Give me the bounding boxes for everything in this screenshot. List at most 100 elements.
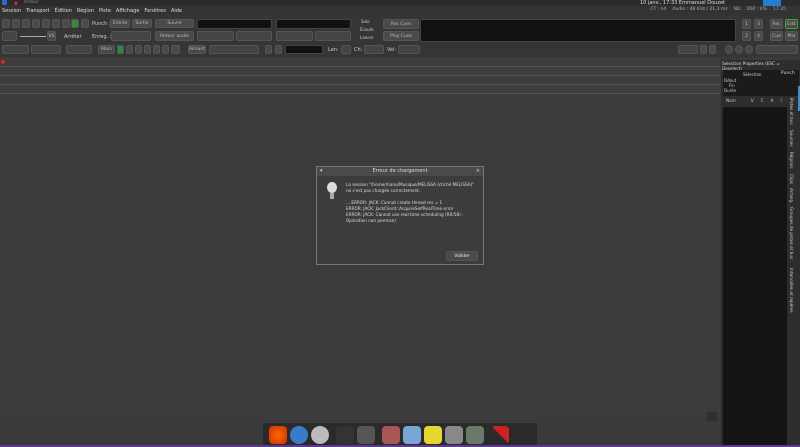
slot-1-button[interactable]: 1: [742, 19, 751, 29]
thunderbird-icon[interactable]: [290, 426, 308, 444]
clock-field[interactable]: [236, 31, 272, 41]
stop-button[interactable]: [71, 19, 79, 28]
listen-indicator[interactable]: Écoute: [360, 27, 374, 32]
gain-tool-icon[interactable]: [144, 45, 151, 54]
tab-clips[interactable]: Clips: [789, 174, 794, 184]
col-active[interactable]: A: [771, 98, 774, 106]
snap-button[interactable]: Aimant: [188, 45, 206, 54]
disk-icon[interactable]: [311, 426, 329, 444]
transport-button[interactable]: [22, 19, 30, 28]
menu-affichage[interactable]: Affichage: [116, 8, 140, 14]
transport-button[interactable]: [42, 19, 50, 28]
col-i[interactable]: I: [780, 98, 781, 106]
nudge-forward-icon[interactable]: [275, 45, 282, 54]
close-icon[interactable]: ×: [476, 167, 480, 176]
slot-2-button[interactable]: 2: [742, 31, 751, 41]
tab-track-groups[interactable]: Groupes de pistes et bus: [789, 207, 794, 259]
timeline-rulers[interactable]: [0, 57, 720, 97]
tab-tracks-busses[interactable]: Pistes et bus: [789, 98, 794, 125]
scroll-corner[interactable]: [707, 412, 717, 421]
zoom-in-icon[interactable]: [735, 45, 743, 54]
rec-cues-button[interactable]: Rec Cues: [383, 19, 419, 29]
mix-window-button[interactable]: Mix: [785, 31, 798, 41]
tab-regions[interactable]: Régions: [789, 152, 794, 169]
menu-aide[interactable]: Aide: [171, 8, 182, 14]
tab-sources[interactable]: Sources: [789, 130, 794, 147]
shrink-tracks-icon[interactable]: [700, 45, 707, 54]
shuttle-slider[interactable]: [20, 36, 46, 37]
camera-icon[interactable]: [445, 426, 463, 444]
cue-window-button[interactable]: Cue: [770, 31, 783, 41]
menu-edition[interactable]: Édition: [55, 8, 72, 14]
vel-select[interactable]: [398, 45, 420, 54]
shuttle-box[interactable]: [2, 31, 17, 41]
inkscape-icon[interactable]: [336, 426, 354, 444]
primary-clock[interactable]: [197, 19, 272, 29]
follow-button[interactable]: Suivre: [155, 19, 194, 28]
playhead-marker[interactable]: [1, 60, 5, 64]
solo-indicator[interactable]: Solo: [361, 19, 370, 24]
draw-tool-icon[interactable]: [162, 45, 169, 54]
punch-out-button[interactable]: Sortie: [132, 19, 152, 28]
launch-indicator[interactable]: Lancer: [360, 35, 374, 40]
play-cues-button[interactable]: Play Cues: [383, 31, 419, 41]
play-button[interactable]: [62, 19, 70, 28]
edit-point-select[interactable]: [66, 45, 92, 54]
edit-mode-select[interactable]: [2, 45, 29, 54]
zoom-focus-select[interactable]: [678, 45, 698, 54]
tracks-list[interactable]: [723, 107, 787, 447]
zoom-out-icon[interactable]: [725, 45, 733, 54]
zoom-fit-icon[interactable]: [745, 45, 753, 54]
record-mode-select[interactable]: [111, 31, 151, 41]
col-c[interactable]: C: [761, 98, 764, 106]
ardour-icon[interactable]: [491, 426, 509, 444]
transport-button[interactable]: [2, 19, 10, 28]
vs-button[interactable]: VS: [47, 31, 56, 41]
clock-field[interactable]: [197, 31, 234, 41]
firefox-icon[interactable]: [269, 426, 287, 444]
menu-piste[interactable]: Piste: [99, 8, 111, 14]
ripple-select[interactable]: [31, 45, 61, 54]
gimp-icon[interactable]: [357, 426, 375, 444]
dialog-menu-icon[interactable]: ▾: [320, 167, 323, 176]
len-select[interactable]: [341, 45, 351, 54]
scanner-icon[interactable]: [403, 426, 421, 444]
transport-button[interactable]: [12, 19, 20, 28]
col-name[interactable]: Nom: [726, 98, 736, 106]
grab-tool-icon[interactable]: [117, 45, 124, 54]
grid-select[interactable]: [209, 45, 259, 54]
tab-arrangement[interactable]: Arrang.: [789, 188, 794, 203]
clock-field[interactable]: [276, 31, 313, 41]
content-tool-icon[interactable]: [171, 45, 180, 54]
edit-window-button[interactable]: Edit: [785, 19, 798, 29]
clock-field[interactable]: [315, 31, 351, 41]
save-icon[interactable]: [709, 45, 716, 54]
slot-3-button[interactable]: 3: [754, 19, 763, 29]
visible-tracks-select[interactable]: [756, 45, 798, 54]
secondary-clock[interactable]: [276, 19, 351, 29]
menu-session[interactable]: Session: [2, 8, 21, 14]
slot-4-button[interactable]: 4: [754, 31, 763, 41]
nudge-back-icon[interactable]: [265, 45, 272, 54]
menu-region[interactable]: Région: [77, 8, 94, 14]
nudge-clock[interactable]: [285, 45, 323, 54]
transport-button[interactable]: [32, 19, 40, 28]
archive-icon[interactable]: [382, 426, 400, 444]
calculator-icon[interactable]: [466, 426, 484, 444]
transport-button[interactable]: [52, 19, 60, 28]
audio-return-button[interactable]: Retour audio: [155, 31, 194, 41]
editor-mini-timeline[interactable]: [420, 19, 736, 42]
grab-mode-button[interactable]: Main: [98, 45, 115, 54]
col-visible[interactable]: V: [751, 98, 754, 106]
stop-mode-label[interactable]: Arrêter: [64, 34, 82, 40]
notes-icon[interactable]: [424, 426, 442, 444]
menu-transport[interactable]: Transport: [26, 8, 49, 14]
validate-button[interactable]: Valider: [446, 251, 478, 261]
app-menu-icon[interactable]: [2, 0, 7, 5]
punch-in-button[interactable]: Entrée: [110, 19, 130, 28]
menu-fenetres[interactable]: Fenêtres: [144, 8, 166, 14]
rec-window-button[interactable]: Rec: [770, 19, 783, 29]
dialog-titlebar[interactable]: ▾ Erreur de chargement ×: [317, 167, 483, 176]
stretch-tool-icon[interactable]: [153, 45, 160, 54]
cut-tool-icon[interactable]: [135, 45, 142, 54]
